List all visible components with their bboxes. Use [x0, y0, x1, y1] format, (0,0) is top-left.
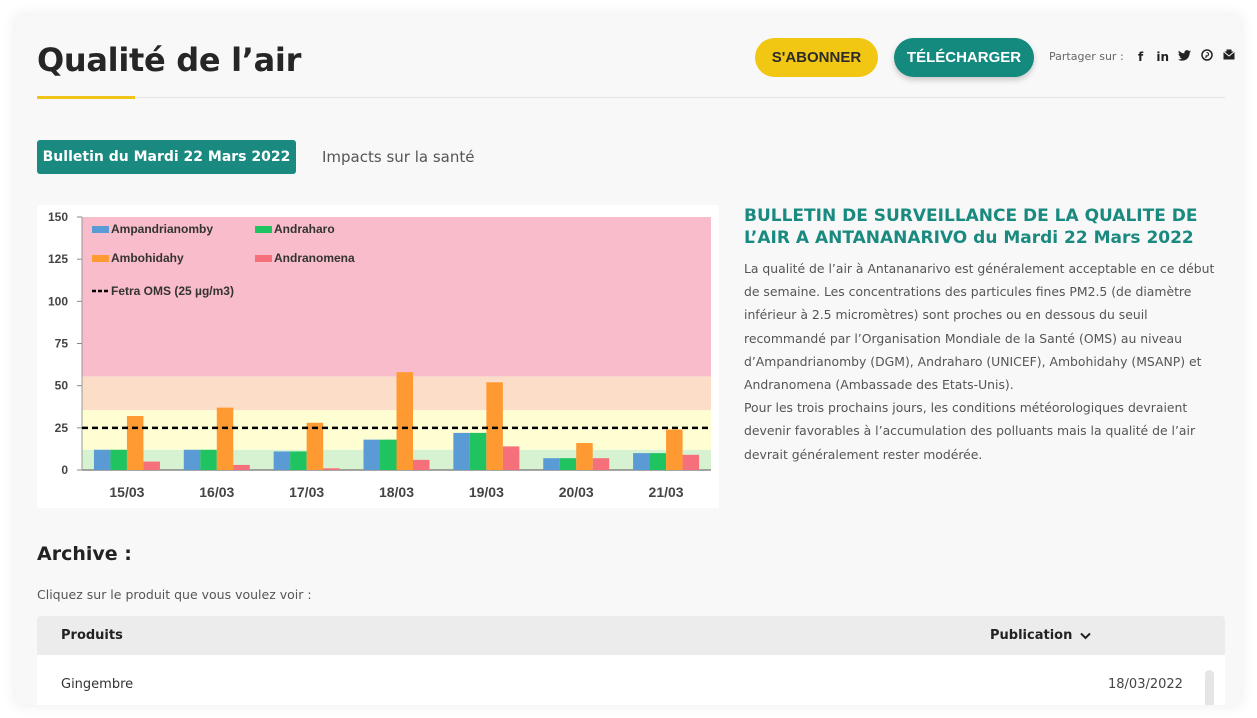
table-row[interactable]: Gingembre 18/03/2022	[37, 655, 1225, 705]
bar-ambohidahy-16-03	[216, 407, 234, 470]
page-card: Qualité de l’air S'ABONNER TÉLÉCHARGER P…	[15, 15, 1241, 705]
column-header-publication[interactable]: Publication	[990, 628, 1092, 643]
chevron-down-icon	[1080, 632, 1092, 639]
bar-andraharo-18-03	[380, 439, 397, 470]
row-date: 18/03/2022	[1108, 677, 1183, 692]
bar-ampandrianomby-21-03	[633, 453, 650, 470]
pinterest-icon[interactable]	[1200, 49, 1214, 64]
bar-andranomena-21-03	[682, 454, 700, 470]
y-tick-label: 125	[48, 252, 68, 266]
bar-ampandrianomby-18-03	[363, 439, 380, 470]
x-tick-label: 21/03	[649, 484, 684, 500]
x-tick-label: 18/03	[379, 484, 414, 500]
page-title: Qualité de l’air	[37, 41, 302, 79]
download-button[interactable]: TÉLÉCHARGER	[894, 38, 1034, 77]
title-divider	[37, 97, 1225, 98]
chart-svg: 0 25 50 75 100 125 150 15/03 16/03 17/03 18/03 19/0…	[48, 210, 711, 500]
archive-title: Archive :	[37, 543, 132, 565]
email-icon[interactable]	[1222, 49, 1236, 64]
bar-andranomena-16-03	[233, 464, 250, 470]
tab-bulletin[interactable]: Bulletin du Mardi 22 Mars 2022	[37, 140, 296, 174]
bar-ambohidahy-19-03	[486, 382, 503, 470]
x-tick-label: 17/03	[289, 484, 324, 500]
x-tick-label: 20/03	[559, 484, 594, 500]
legend-swatch-andranomena	[255, 255, 272, 262]
bar-andraharo-16-03	[200, 449, 217, 470]
legend-label-ambohidahy: Ambohidahy	[111, 251, 184, 265]
bar-andranomena-18-03	[413, 459, 430, 470]
tab-health-impacts[interactable]: Impacts sur la santé	[322, 140, 474, 174]
bar-andranomena-15-03	[143, 461, 160, 470]
legend-swatch-ambohidahy	[92, 255, 109, 262]
bar-andraharo-21-03	[649, 453, 667, 470]
legend-label-reference: Fetra OMS (25 µg/m3)	[111, 284, 234, 298]
linkedin-icon[interactable]: in	[1156, 50, 1170, 64]
bar-andranomena-19-03	[502, 446, 520, 470]
subscribe-button[interactable]: S'ABONNER	[755, 38, 878, 77]
table-header: Produits Publication	[37, 616, 1225, 655]
bar-ampandrianomby-19-03	[453, 432, 470, 470]
archive-hint: Cliquez sur le produit que vous voulez v…	[37, 587, 312, 602]
pm25-chart: 0 25 50 75 100 125 150 15/03 16/03 17/03 18/03 19/0…	[37, 205, 719, 508]
bar-ampandrianomby-15-03	[93, 449, 111, 470]
column-header-publication-label: Publication	[990, 628, 1073, 643]
y-tick-label: 150	[48, 210, 68, 224]
title-accent-bar	[37, 96, 135, 99]
bulletin-title: BULLETIN DE SURVEILLANCE DE LA QUALITE D…	[744, 206, 1198, 248]
bulletin-paragraph-1: La qualité de l’air à Antananarivo est g…	[744, 261, 1215, 393]
bulletin-body: La qualité de l’air à Antananarivo est g…	[744, 257, 1229, 466]
x-tick-label: 19/03	[469, 484, 504, 500]
bar-andraharo-19-03	[469, 432, 487, 470]
bar-ambohidahy-18-03	[396, 372, 413, 470]
bar-andranomena-17-03	[323, 468, 340, 470]
y-tick-label: 0	[61, 463, 68, 477]
y-tick-label: 50	[55, 379, 69, 393]
row-product[interactable]: Gingembre	[61, 677, 133, 692]
bar-ampandrianomby-20-03	[543, 458, 560, 470]
share-bar: Partager sur : f in	[1049, 49, 1236, 64]
bar-ampandrianomby-17-03	[273, 451, 291, 470]
archive-table: Produits Publication Gingembre 18/03/202…	[37, 616, 1225, 705]
column-header-products[interactable]: Produits	[61, 628, 123, 643]
bulletin-paragraph-2: Pour les trois prochains jours, les cond…	[744, 400, 1196, 462]
legend-swatch-andraharo	[255, 226, 272, 233]
share-label: Partager sur :	[1049, 50, 1124, 63]
legend-swatch-ampandrianomby	[92, 226, 109, 233]
bar-ampandrianomby-16-03	[183, 449, 201, 470]
bar-ambohidahy-21-03	[666, 429, 683, 470]
bar-andraharo-20-03	[559, 458, 577, 470]
legend-label-andranomena: Andranomena	[274, 251, 355, 265]
y-tick-label: 75	[55, 337, 69, 351]
bar-andranomena-20-03	[592, 458, 610, 470]
legend-label-andraharo: Andraharo	[274, 222, 335, 236]
bar-ambohidahy-15-03	[126, 416, 144, 470]
legend-label-ampandrianomby: Ampandrianomby	[111, 222, 213, 236]
facebook-icon[interactable]: f	[1134, 50, 1148, 64]
bar-ambohidahy-20-03	[576, 443, 593, 470]
y-tick-label: 25	[55, 421, 69, 435]
y-tick-label: 100	[48, 294, 68, 308]
bar-andraharo-17-03	[290, 451, 307, 470]
twitter-icon[interactable]	[1178, 49, 1192, 64]
bar-andraharo-15-03	[110, 449, 127, 470]
table-scrollbar[interactable]	[1205, 670, 1214, 705]
bar-ambohidahy-17-03	[306, 422, 324, 470]
x-tick-label: 16/03	[199, 484, 234, 500]
x-tick-label: 15/03	[109, 484, 144, 500]
